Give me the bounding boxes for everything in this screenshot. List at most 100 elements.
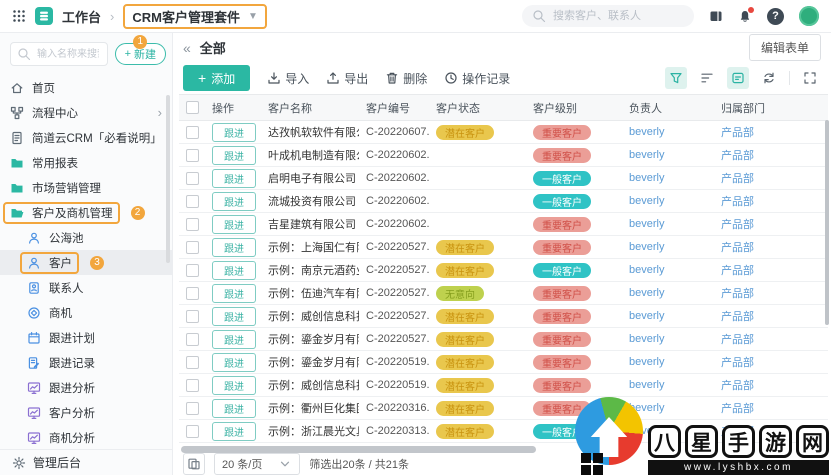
row-checkbox[interactable] xyxy=(185,217,199,231)
sidebar-search[interactable] xyxy=(10,42,108,66)
department-link[interactable]: 产品部 xyxy=(721,308,754,324)
avatar[interactable] xyxy=(799,6,819,26)
delete-button[interactable]: 删除 xyxy=(385,70,427,87)
app-launcher-icon[interactable] xyxy=(12,9,26,23)
row-checkbox[interactable] xyxy=(185,378,199,392)
scrollbar-thumb[interactable] xyxy=(181,446,536,453)
row-checkbox[interactable] xyxy=(185,424,199,438)
export-button[interactable]: 导出 xyxy=(326,70,368,87)
app-title[interactable]: CRM客户管理套件 ▼ xyxy=(123,3,267,29)
follow-up-button[interactable]: 跟进 xyxy=(212,375,256,395)
notifications-icon[interactable] xyxy=(738,7,754,23)
follow-up-button[interactable]: 跟进 xyxy=(212,329,256,349)
sidebar-item-12[interactable]: 跟进分析 xyxy=(0,375,172,400)
row-checkbox[interactable] xyxy=(185,194,199,208)
row-checkbox[interactable] xyxy=(185,401,199,415)
import-button[interactable]: 导入 xyxy=(267,70,309,87)
form-view-button[interactable] xyxy=(727,67,749,89)
department-link[interactable]: 产品部 xyxy=(721,377,754,393)
follow-up-button[interactable]: 跟进 xyxy=(212,168,256,188)
department-link[interactable]: 产品部 xyxy=(721,354,754,370)
tab-all[interactable]: 全部 xyxy=(200,38,226,57)
sidebar-item-11[interactable]: 跟进记录 xyxy=(0,350,172,375)
department-link[interactable]: 产品部 xyxy=(721,262,754,278)
fullscreen-button[interactable] xyxy=(799,67,821,89)
follow-up-button[interactable]: 跟进 xyxy=(212,145,256,165)
department-link[interactable]: 产品部 xyxy=(721,285,754,301)
owner-link[interactable]: beverly xyxy=(629,264,664,276)
row-checkbox[interactable] xyxy=(185,355,199,369)
row-checkbox[interactable] xyxy=(185,309,199,323)
row-checkbox[interactable] xyxy=(185,171,199,185)
follow-up-button[interactable]: 跟进 xyxy=(212,214,256,234)
department-link[interactable]: 产品部 xyxy=(721,331,754,347)
row-checkbox[interactable] xyxy=(185,240,199,254)
follow-up-button[interactable]: 跟进 xyxy=(212,260,256,280)
follow-up-button[interactable]: 跟进 xyxy=(212,237,256,257)
sidebar-item-9[interactable]: 商机 xyxy=(0,300,172,325)
display-settings-button[interactable] xyxy=(696,67,718,89)
sidebar-item-2[interactable]: 简道云CRM「必看说明」 xyxy=(0,125,172,150)
sidebar-item-0[interactable]: 首页 xyxy=(0,75,172,100)
owner-link[interactable]: beverly xyxy=(629,310,664,322)
refresh-button[interactable] xyxy=(758,67,780,89)
help-icon[interactable]: ? xyxy=(767,7,784,25)
follow-up-button[interactable]: 跟进 xyxy=(212,283,256,303)
department-link[interactable]: 产品部 xyxy=(721,147,754,163)
owner-link[interactable]: beverly xyxy=(629,218,664,230)
follow-up-button[interactable]: 跟进 xyxy=(212,398,256,418)
owner-link[interactable]: beverly xyxy=(629,287,664,299)
department-link[interactable]: 产品部 xyxy=(721,170,754,186)
sidebar-item-5[interactable]: 客户及商机管理 2 xyxy=(0,200,172,225)
operation-log-button[interactable]: 操作记录 xyxy=(444,70,510,87)
page-size-select[interactable]: 20 条/页 xyxy=(214,453,301,475)
workspace-title[interactable]: 工作台 xyxy=(62,7,101,26)
department-link[interactable]: 产品部 xyxy=(721,216,754,232)
global-search[interactable] xyxy=(522,5,694,27)
chevron-down-icon[interactable]: ▼ xyxy=(248,11,258,22)
owner-link[interactable]: beverly xyxy=(629,195,664,207)
sidebar-item-8[interactable]: 联系人 xyxy=(0,275,172,300)
owner-link[interactable]: beverly xyxy=(629,126,664,138)
add-button[interactable]: + 添加 xyxy=(183,65,251,91)
row-checkbox[interactable] xyxy=(185,148,199,162)
owner-link[interactable]: beverly xyxy=(629,149,664,161)
sidebar-item-7[interactable]: 客户 3 xyxy=(0,250,172,275)
row-checkbox[interactable] xyxy=(185,125,199,139)
sidebar-item-3[interactable]: 常用报表 xyxy=(0,150,172,175)
sidebar-item-6[interactable]: 公海池 xyxy=(0,225,172,250)
row-checkbox[interactable] xyxy=(185,286,199,300)
row-checkbox[interactable] xyxy=(185,332,199,346)
select-all-checkbox[interactable] xyxy=(185,101,199,114)
sidebar-item-14[interactable]: 商机分析 xyxy=(0,425,172,449)
sidebar-item-10[interactable]: 跟进计划 xyxy=(0,325,172,350)
global-search-input[interactable] xyxy=(551,9,684,23)
vertical-scrollbar[interactable] xyxy=(825,120,829,325)
admin-backend-button[interactable]: 管理后台 xyxy=(0,449,172,475)
row-checkbox[interactable] xyxy=(185,263,199,277)
owner-link[interactable]: beverly xyxy=(629,172,664,184)
new-app-button[interactable]: + 新建 1 xyxy=(114,35,166,65)
sidebar-item-13[interactable]: 客户分析 xyxy=(0,400,172,425)
department-link[interactable]: 产品部 xyxy=(721,239,754,255)
filter-button[interactable] xyxy=(665,67,687,89)
department-link[interactable]: 产品部 xyxy=(721,193,754,209)
sidebar-search-input[interactable] xyxy=(35,47,101,61)
sidebar-toggle-icon[interactable] xyxy=(709,9,723,23)
owner-link[interactable]: beverly xyxy=(629,379,664,391)
sidebar-item-4[interactable]: 市场营销管理 xyxy=(0,175,172,200)
owner-link[interactable]: beverly xyxy=(629,333,664,345)
app-logo[interactable] xyxy=(35,7,53,25)
follow-up-button[interactable]: 跟进 xyxy=(212,191,256,211)
sidebar-item-1[interactable]: 流程中心 › xyxy=(0,100,172,125)
owner-link[interactable]: beverly xyxy=(629,356,664,368)
pagination-display-button[interactable] xyxy=(183,453,205,475)
sidebar-scrollbar[interactable] xyxy=(166,95,170,263)
collapse-sidebar-icon[interactable]: « xyxy=(183,40,191,56)
follow-up-button[interactable]: 跟进 xyxy=(212,122,256,142)
follow-up-button[interactable]: 跟进 xyxy=(212,352,256,372)
owner-link[interactable]: beverly xyxy=(629,241,664,253)
department-link[interactable]: 产品部 xyxy=(721,124,754,140)
edit-form-button[interactable]: 编辑表单 xyxy=(748,34,821,61)
follow-up-button[interactable]: 跟进 xyxy=(212,421,256,441)
